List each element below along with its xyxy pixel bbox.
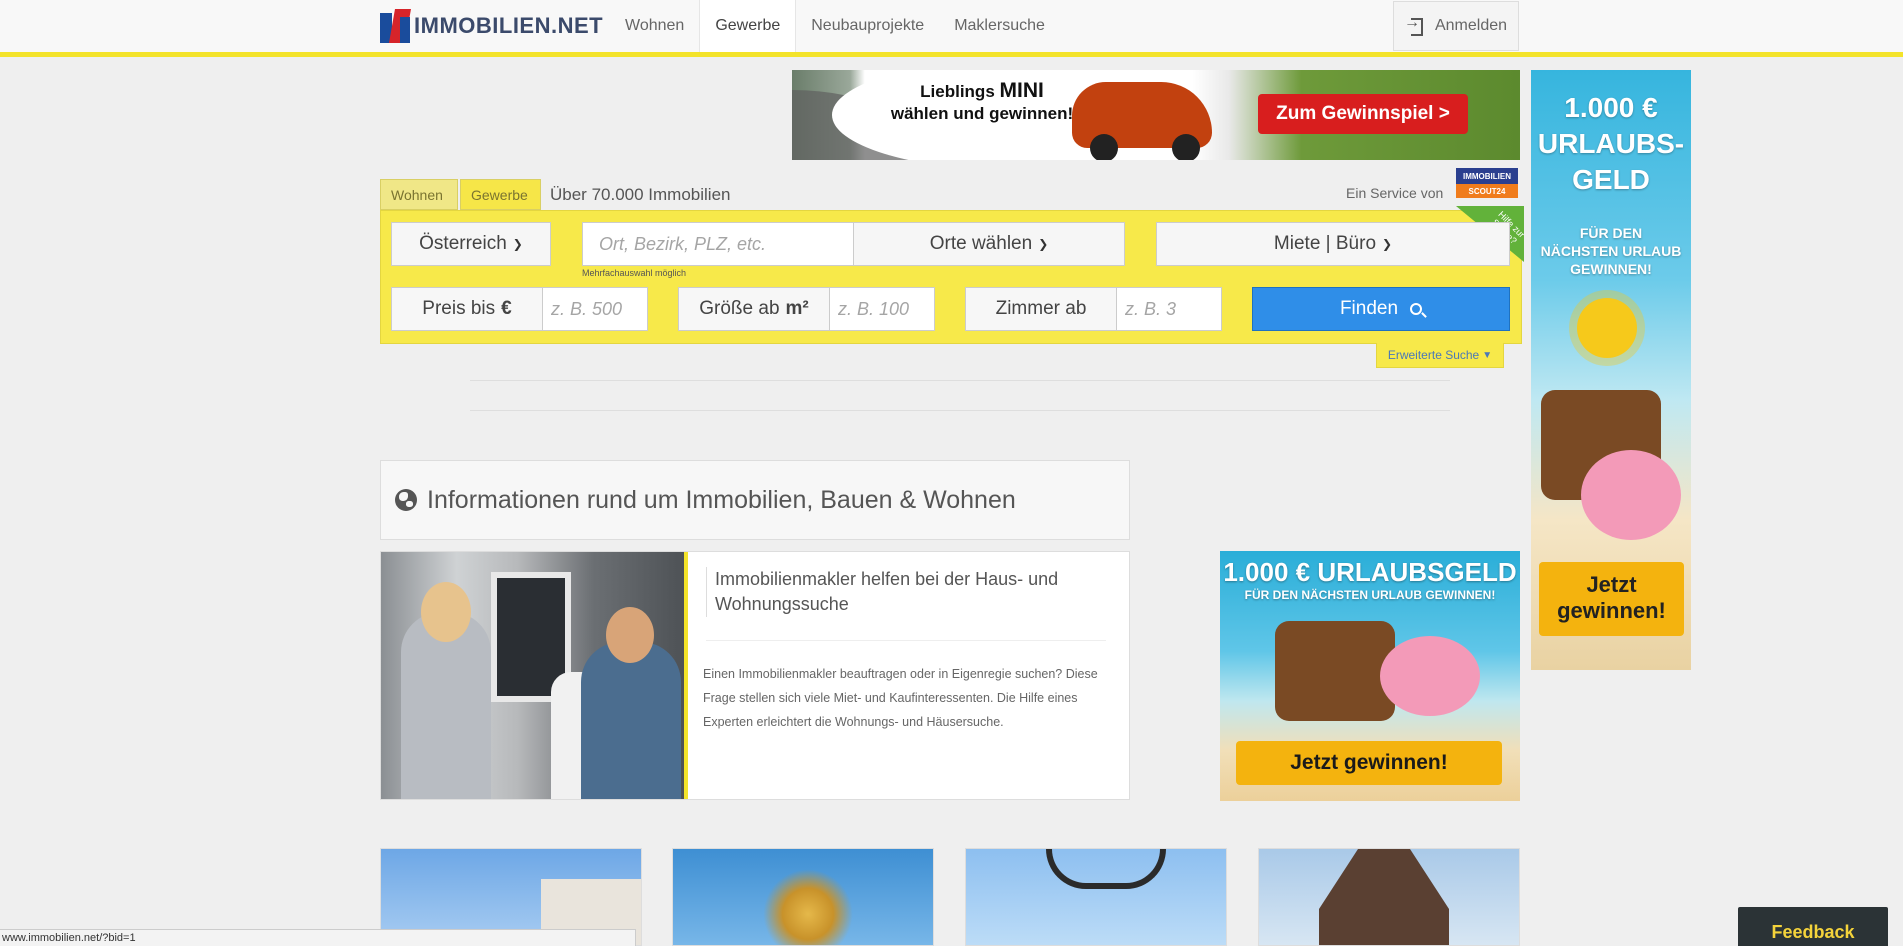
banner-ad-mini[interactable]: Lieblings MINI wählen und gewinnen! Zum …	[792, 70, 1520, 160]
main-nav: Wohnen Gewerbe Neubauprojekte Maklersuch…	[610, 0, 1060, 52]
article-tile[interactable]	[1258, 848, 1520, 946]
rooms-input[interactable]	[1125, 298, 1213, 320]
rectangle-ad[interactable]: 1.000 € URLAUBSGELD FÜR DEN NÄCHSTEN URL…	[1220, 551, 1520, 801]
search-tab-gewerbe[interactable]: Gewerbe	[460, 179, 541, 210]
top-navigation-bar: IMMOBILIEN.NET Wohnen Gewerbe Neubauproj…	[0, 0, 1903, 57]
divider	[470, 410, 1450, 411]
rooms-input-wrapper	[1116, 287, 1222, 331]
immobilienscout24-logo[interactable]: IMMOBILIEN SCOUT24	[1456, 168, 1518, 200]
price-input[interactable]	[551, 298, 639, 320]
site-logo[interactable]: IMMOBILIEN.NET	[380, 8, 603, 44]
divider	[470, 380, 1450, 381]
location-input-wrapper	[582, 222, 854, 266]
login-label: Anmelden	[1434, 17, 1508, 34]
listing-count: Über 70.000 Immobilien	[550, 185, 731, 204]
size-input[interactable]	[838, 298, 926, 320]
info-section-title: Informationen rund um Immobilien, Bauen …	[427, 485, 1016, 514]
service-label: Ein Service von	[1346, 185, 1444, 201]
advanced-search-link[interactable]: Erweiterte Suche ▼	[1376, 343, 1504, 368]
nav-item-wohnen[interactable]: Wohnen	[610, 0, 699, 52]
property-type-select[interactable]: Miete | Büro ❯	[1156, 222, 1510, 266]
article-tile[interactable]	[965, 848, 1227, 946]
price-label-box: Preis bis €	[391, 287, 543, 331]
find-button[interactable]: Finden	[1252, 287, 1510, 331]
logo-text: IMMOBILIEN.NET	[414, 13, 604, 38]
price-input-wrapper	[542, 287, 648, 331]
skyscraper-ad-cta-button[interactable]: Jetzt gewinnen!	[1539, 562, 1684, 636]
skyscraper-ad[interactable]: 1.000 € URLAUBS- GELD FÜR DEN NÄCHSTEN U…	[1531, 70, 1691, 670]
article-title[interactable]: Immobilienmakler helfen bei der Haus- un…	[706, 567, 1106, 617]
skyscraper-ad-subtitle: FÜR DEN NÄCHSTEN URLAUB GEWINNEN!	[1540, 225, 1682, 277]
article-image[interactable]	[381, 552, 688, 799]
feedback-button[interactable]: Feedback	[1738, 907, 1888, 946]
featured-article[interactable]: Immobilienmakler helfen bei der Haus- un…	[380, 551, 1130, 800]
rectangle-ad-cta-button[interactable]: Jetzt gewinnen!	[1236, 741, 1502, 785]
chevron-down-icon: ❯	[1038, 237, 1049, 251]
divider	[706, 640, 1106, 641]
places-select-button[interactable]: Orte wählen ❯	[853, 222, 1125, 266]
nav-item-gewerbe[interactable]: Gewerbe	[699, 0, 797, 52]
car-wheel-icon	[1172, 134, 1200, 160]
location-input[interactable]	[599, 233, 837, 255]
size-input-wrapper	[829, 287, 935, 331]
skyscraper-ad-title: 1.000 € URLAUBS- GELD	[1537, 92, 1685, 195]
chevron-down-icon: ▼	[1482, 349, 1493, 361]
nav-item-neubauprojekte[interactable]: Neubauprojekte	[796, 0, 939, 52]
banner-ad-text: Lieblings MINI wählen und gewinnen!	[890, 79, 1074, 124]
article-tile[interactable]	[672, 848, 934, 946]
suitcase-image	[1275, 621, 1395, 721]
rectangle-ad-title: 1.000 € URLAUBSGELD	[1223, 557, 1517, 587]
logo-mark-icon	[380, 9, 411, 43]
search-tab-wohnen[interactable]: Wohnen	[380, 179, 458, 210]
piggy-bank-image	[1581, 450, 1681, 540]
chevron-down-icon: ❯	[1382, 237, 1393, 251]
login-button[interactable]: Anmelden	[1393, 1, 1519, 51]
size-label-box: Größe ab m²	[678, 287, 830, 331]
chevron-down-icon: ❯	[512, 237, 523, 251]
article-excerpt: Einen Immobilienmakler beauftragen oder …	[703, 667, 1098, 729]
globe-icon	[395, 489, 417, 511]
browser-status-bar: www.immobilien.net/?bid=1	[0, 929, 636, 946]
piggy-bank-image	[1380, 636, 1480, 716]
car-wheel-icon	[1090, 134, 1118, 160]
location-hint: Mehrfachauswahl möglich	[582, 268, 687, 278]
rooms-label-box: Zimmer ab	[965, 287, 1117, 331]
rectangle-ad-subtitle: FÜR DEN NÄCHSTEN URLAUB GEWINNEN!	[1244, 588, 1496, 602]
nav-item-maklersuche[interactable]: Maklersuche	[939, 0, 1060, 52]
country-select[interactable]: Österreich ❯	[391, 222, 551, 266]
search-icon	[1410, 303, 1423, 315]
banner-ad-cta-button[interactable]: Zum Gewinnspiel >	[1258, 94, 1468, 134]
info-section-header: Informationen rund um Immobilien, Bauen …	[380, 460, 1130, 540]
sun-icon	[1577, 298, 1637, 358]
sign-in-icon	[1404, 14, 1423, 36]
